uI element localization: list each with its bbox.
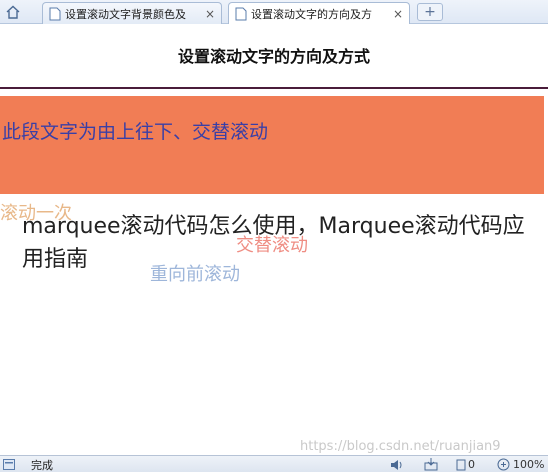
document-icon bbox=[49, 7, 61, 20]
document-icon bbox=[235, 7, 247, 20]
counter-icon bbox=[456, 459, 466, 470]
home-button[interactable] bbox=[3, 3, 23, 21]
page-title: 设置滚动文字的方向及方式 bbox=[177, 47, 370, 66]
speaker-icon[interactable] bbox=[390, 457, 404, 472]
tab-background-color[interactable]: 设置滚动文字背景颜色及 × bbox=[42, 2, 222, 24]
status-bar: 完成 0 100% bbox=[0, 455, 548, 472]
marquee-box bbox=[0, 96, 544, 194]
zoom-icon bbox=[497, 458, 510, 471]
close-tab-icon[interactable]: × bbox=[391, 7, 405, 21]
page-status-icon bbox=[3, 459, 15, 470]
zoom-level: 100% bbox=[513, 458, 545, 471]
tab-label: 设置滚动文字的方向及方 bbox=[251, 7, 372, 21]
download-counter[interactable]: 0 bbox=[456, 457, 475, 472]
status-text: 完成 bbox=[31, 459, 53, 472]
watermark: https://blog.csdn.net/ruanjian9 bbox=[300, 439, 501, 454]
home-icon bbox=[6, 5, 20, 19]
close-tab-icon[interactable]: × bbox=[203, 7, 217, 21]
zoom-control[interactable]: 100% bbox=[497, 457, 544, 472]
marquee-text-down-alternate: 此段文字为由上往下、交替滚动 bbox=[2, 121, 269, 143]
download-icon[interactable] bbox=[424, 457, 438, 472]
tab-direction-mode[interactable]: 设置滚动文字的方向及方 × bbox=[228, 2, 410, 24]
title-divider bbox=[0, 87, 548, 89]
counter-value: 0 bbox=[468, 458, 475, 471]
new-tab-button[interactable]: + bbox=[417, 3, 443, 21]
tab-bar: 设置滚动文字背景颜色及 × 设置滚动文字的方向及方 × + bbox=[0, 0, 548, 24]
tab-label: 设置滚动文字背景颜色及 bbox=[65, 7, 186, 21]
article-title-overlay: marquee滚动代码怎么使用，Marquee滚动代码应用指南 bbox=[22, 214, 525, 272]
